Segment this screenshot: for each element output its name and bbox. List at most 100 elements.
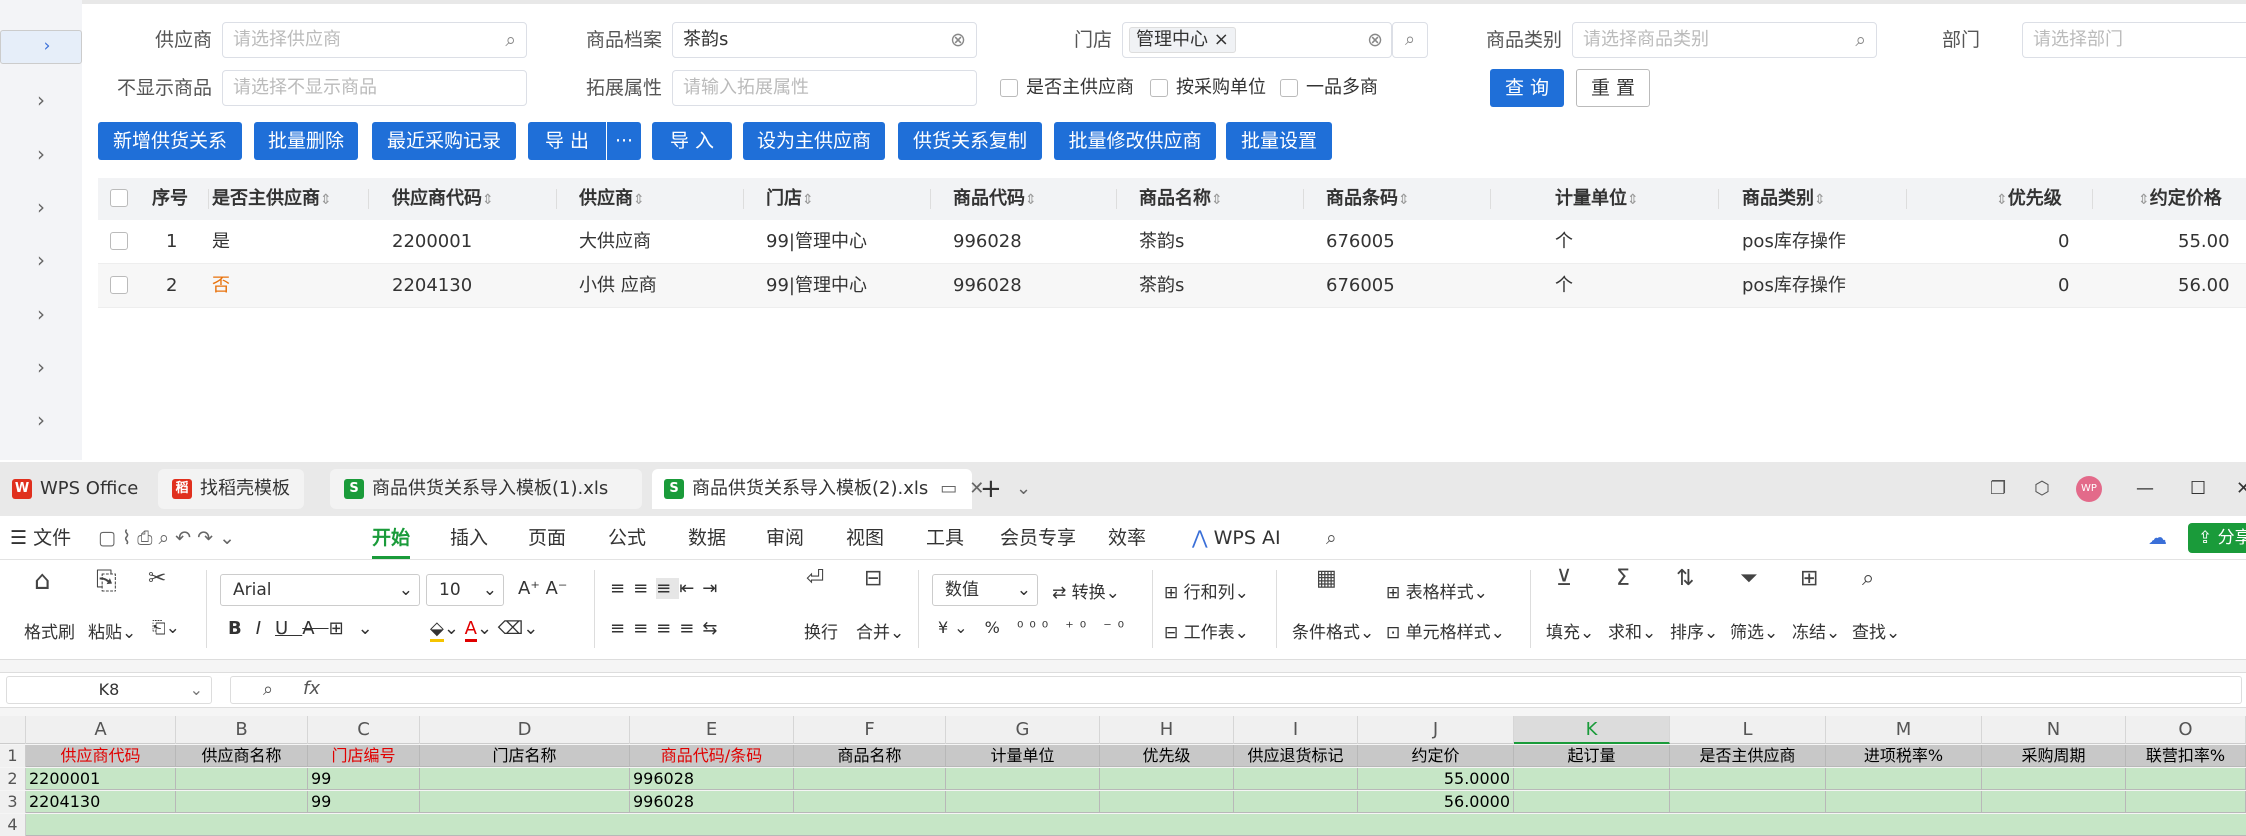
export-button[interactable]: 导 出 — [528, 122, 606, 160]
query-button[interactable]: 查 询 — [1490, 69, 1564, 107]
sheet-cell[interactable] — [1982, 791, 2126, 813]
cloud-upload-icon[interactable]: ☁ — [2148, 516, 2167, 560]
font-size-select[interactable]: 10 ⌄ — [426, 574, 504, 606]
col-header[interactable]: G — [946, 716, 1100, 744]
menu-data[interactable]: 数据 — [688, 516, 726, 560]
ext-attr-input[interactable]: 请输入拓展属性 — [672, 70, 977, 106]
find-button[interactable]: 查找⌄ — [1852, 618, 1900, 643]
sheet-cell[interactable] — [1234, 791, 1358, 813]
col-header[interactable]: C — [308, 716, 420, 744]
row-header[interactable]: 4 — [0, 814, 26, 836]
cut-icon[interactable]: ✂ — [148, 566, 166, 591]
row-header[interactable]: 1 — [0, 745, 26, 767]
align-top-icons[interactable]: ≡≡≡⇤⇥ — [610, 578, 725, 599]
col-header[interactable]: M — [1826, 716, 1982, 744]
number-format-select[interactable]: 数值 ⌄ — [932, 574, 1038, 606]
batch-set-button[interactable]: 批量设置 — [1226, 122, 1332, 160]
number-format-icons[interactable]: ¥⌄ % ⁰⁰⁰ ⁺⁰ ⁻⁰ — [938, 618, 1130, 637]
nav-expand-icon[interactable]: › — [24, 83, 58, 117]
font-select[interactable]: Arial ⌄ — [220, 574, 420, 606]
cond-format-button[interactable]: 条件格式⌄ — [1292, 618, 1374, 643]
sort-button[interactable]: 排序⌄ — [1670, 618, 1718, 643]
convert-button[interactable]: ⇄ 转换⌄ — [1052, 578, 1120, 603]
row-checkbox[interactable] — [110, 276, 128, 294]
merge-icon[interactable]: ⊟ — [864, 566, 882, 591]
clear-icon[interactable]: ⊗ — [1367, 23, 1383, 57]
hide-product-select[interactable]: 请选择不显示商品 — [222, 70, 527, 106]
zoom-search-icon[interactable]: ⌕ — [263, 679, 273, 700]
fx-icon[interactable]: fx — [303, 678, 320, 699]
col-product-code[interactable]: 商品代码⇕ — [953, 178, 1037, 220]
col-product-name[interactable]: 商品名称⇕ — [1139, 178, 1223, 220]
row-col-button[interactable]: ⊞ 行和列⌄ — [1164, 578, 1249, 603]
sheet-cell[interactable] — [420, 791, 630, 813]
tab-list-icon[interactable]: ❐ — [1990, 469, 2006, 509]
cell-style-button[interactable]: ⊡ 单元格样式⌄ — [1386, 618, 1505, 643]
checkbox-box[interactable] — [1150, 79, 1168, 97]
table-style-button[interactable]: ⊞ 表格样式⌄ — [1386, 578, 1488, 603]
supplier-select[interactable]: 请选择供应商 ⌕ — [222, 22, 527, 58]
recent-purchase-button[interactable]: 最近采购记录 — [372, 122, 516, 160]
sheet-cell[interactable]: 进项税率% — [1826, 745, 1982, 767]
copy-icon[interactable]: ⎗⌄ — [152, 618, 180, 638]
quick-access-icons[interactable]: ▢ ⌇ ⎙ ⌕ ↶ ↷ ⌄ — [98, 516, 235, 560]
sheet-cell[interactable]: 2204130 — [26, 791, 176, 813]
font-grow-icon[interactable]: A⁺ A⁻ — [518, 578, 567, 599]
format-painter-icon[interactable]: ⌂ — [34, 566, 51, 596]
clear-icon[interactable]: ⊗ — [950, 23, 966, 57]
table-row[interactable]: 1 是 2200001 大供应商 99|管理中心 996028 茶韵s 6760… — [98, 220, 2246, 264]
main-supplier-checkbox[interactable]: 是否主供应商 — [1000, 70, 1134, 106]
sheet-cell[interactable]: 商品名称 — [794, 745, 946, 767]
tab-file-1[interactable]: S 商品供货关系导入模板(1).xls — [330, 469, 642, 509]
table-row[interactable]: 2 否 2204130 小供 应商 99|管理中心 996028 茶韵s 676… — [98, 264, 2246, 308]
nav-expand-icon[interactable]: › — [24, 137, 58, 171]
freeze-button[interactable]: 冻结⌄ — [1792, 618, 1840, 643]
sheet-cell[interactable] — [1826, 768, 1982, 790]
align-horizontal-icons[interactable]: ≡≡≡≡⇆ — [610, 618, 725, 639]
tab-file-2[interactable]: S 商品供货关系导入模板(2).xls ▭ ✕ — [652, 469, 984, 509]
menu-efficiency[interactable]: 效率 — [1108, 516, 1146, 560]
tab-template[interactable]: 稻找稻壳模板 — [158, 469, 304, 509]
nav-expand-icon[interactable]: › — [24, 403, 58, 437]
find-icon[interactable]: ⌕ — [1862, 566, 1874, 591]
menu-member[interactable]: 会员专享 — [1000, 516, 1076, 560]
sheet-cell[interactable] — [794, 768, 946, 790]
sheet-cell[interactable]: 计量单位 — [946, 745, 1100, 767]
store-search-button[interactable]: ⌕ — [1392, 22, 1428, 58]
sheet-cell[interactable]: 起订量 — [1514, 745, 1670, 767]
formula-input[interactable]: ⌕ fx — [230, 676, 2242, 704]
sheet-cell[interactable]: 56.0000 — [1358, 791, 1514, 813]
menu-file[interactable]: ☰ 文件 — [10, 516, 71, 560]
paste-icon[interactable]: ⎘ — [96, 566, 117, 597]
sheet-cell[interactable]: 2200001 — [26, 768, 176, 790]
col-header[interactable]: A — [26, 716, 176, 744]
window-icon[interactable]: ▭ — [940, 478, 957, 499]
sheet-cell[interactable]: 优先级 — [1100, 745, 1234, 767]
sheet-cell[interactable]: 是否主供应商 — [1670, 745, 1826, 767]
row-checkbox[interactable] — [110, 232, 128, 250]
merge-button[interactable]: 合并⌄ — [856, 618, 904, 643]
menu-view[interactable]: 视图 — [846, 516, 884, 560]
sheet-cell[interactable] — [176, 791, 308, 813]
sheet-cell[interactable]: 99 — [308, 791, 420, 813]
col-category[interactable]: 商品类别⇕ — [1742, 178, 1826, 220]
sheet-cell[interactable] — [1100, 768, 1234, 790]
col-header[interactable]: E — [630, 716, 794, 744]
sheet-cell[interactable] — [1670, 768, 1826, 790]
col-header-active[interactable]: K — [1514, 716, 1670, 744]
menu-insert[interactable]: 插入 — [450, 516, 488, 560]
sum-icon[interactable]: Σ — [1616, 566, 1630, 591]
avatar[interactable]: WP — [2076, 476, 2102, 502]
row-header[interactable]: 2 — [0, 768, 26, 790]
cell-reference-box[interactable]: K8 ⌄ — [6, 676, 212, 704]
col-price[interactable]: ⇕约定价格 — [2138, 178, 2222, 220]
sheet-cell[interactable]: 约定价 — [1358, 745, 1514, 767]
col-header[interactable]: L — [1670, 716, 1826, 744]
menu-tools[interactable]: 工具 — [926, 516, 964, 560]
corner-cell[interactable] — [0, 716, 26, 744]
sheet-cell[interactable]: 联营扣率% — [2126, 745, 2246, 767]
checkbox-box[interactable] — [1000, 79, 1018, 97]
reset-button[interactable]: 重 置 — [1576, 69, 1650, 107]
fill-color-icon[interactable]: ⬙⌄ A⌄ ⌫⌄ — [430, 618, 538, 642]
sheet-cell[interactable]: 55.0000 — [1358, 768, 1514, 790]
